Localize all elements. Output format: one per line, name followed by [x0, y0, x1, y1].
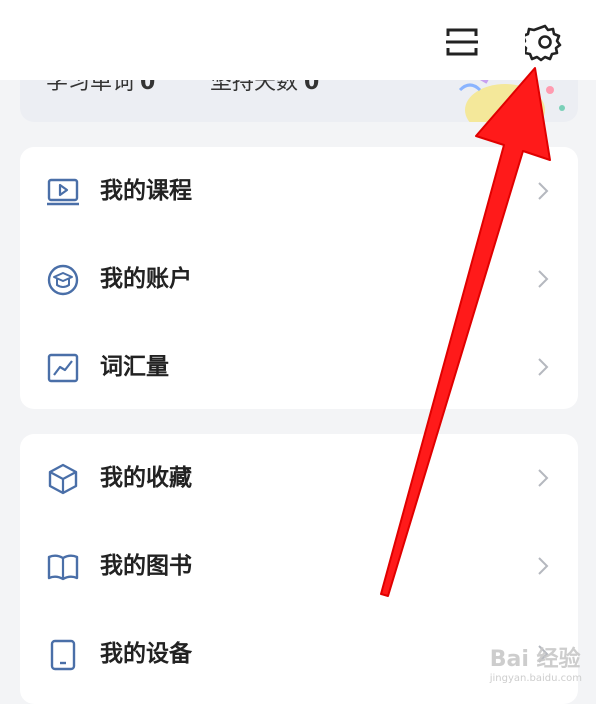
chevron-right-icon	[538, 358, 549, 376]
favorites-box-icon	[46, 462, 80, 496]
menu-item-label: 我的账户	[100, 266, 192, 292]
menu-card-1: 我的课程 我的账户 词汇量	[20, 147, 578, 409]
vocabulary-chart-icon	[46, 351, 80, 385]
menu-item-label: 我的图书	[100, 553, 192, 579]
watermark: Bai 经验 jingyan.baidu.com	[490, 641, 582, 684]
chevron-right-icon	[538, 557, 549, 575]
chevron-right-icon	[538, 270, 549, 288]
chevron-right-icon	[538, 469, 549, 487]
menu-item-books[interactable]: 我的图书	[20, 522, 578, 610]
chevron-right-icon	[538, 182, 549, 200]
menu-item-label: 我的设备	[100, 641, 192, 667]
menu-item-label: 词汇量	[100, 354, 169, 380]
menu-item-account[interactable]: 我的账户	[20, 235, 578, 323]
account-graduation-icon	[46, 263, 80, 297]
menu-item-label: 我的收藏	[100, 465, 192, 491]
gear-icon[interactable]	[520, 22, 565, 62]
top-bar	[0, 0, 596, 80]
device-tablet-icon	[46, 638, 80, 672]
course-video-icon	[46, 175, 80, 209]
menu-item-favorites[interactable]: 我的收藏	[20, 434, 578, 522]
scan-icon[interactable]	[442, 22, 482, 62]
watermark-sub: jingyan.baidu.com	[489, 673, 582, 684]
book-icon	[46, 550, 80, 584]
watermark-text: Bai 经验	[489, 647, 581, 672]
menu-item-label: 我的课程	[100, 178, 192, 204]
menu-item-courses[interactable]: 我的课程	[20, 147, 578, 235]
menu-item-vocabulary[interactable]: 词汇量	[20, 323, 578, 411]
